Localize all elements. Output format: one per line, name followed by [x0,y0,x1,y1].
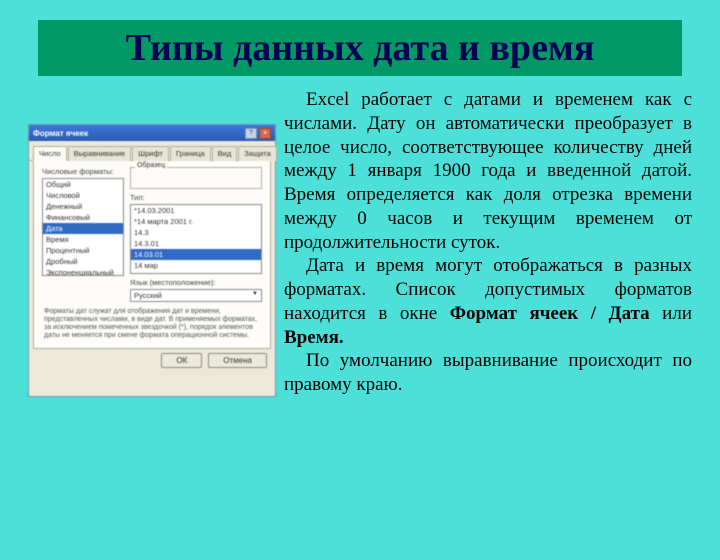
dialog-tabs: Число Выравнивание Шрифт Граница Вид Защ… [29,141,275,161]
dialog-button-row: ОК Отмена [29,349,275,376]
tab-number[interactable]: Число [33,146,67,161]
list-item[interactable]: Время [43,234,123,245]
chevron-down-icon: ▼ [252,291,258,300]
type-label: Тип: [130,193,262,202]
paragraph-1: Excel работает с датами и временем как с… [284,88,692,254]
close-icon[interactable]: × [259,128,271,139]
list-item[interactable]: Экспоненциальный [43,267,123,276]
format-cells-dialog: Формат ячеек ? × Число Выравнивание Шриф… [28,124,276,397]
window-buttons: ? × [245,128,271,139]
list-item[interactable]: 14.3.01 [131,238,261,249]
cancel-button[interactable]: Отмена [208,353,267,368]
tab-protection[interactable]: Защита [238,146,277,161]
list-item-selected[interactable]: 14.03.01 [131,249,261,260]
category-label: Числовые форматы: [42,167,124,176]
p2-text-c: или [650,303,692,324]
sample-label: Образец [135,162,167,169]
slide-title: Типы данных дата и время [48,26,672,70]
dialog-title: Формат ячеек [33,129,88,138]
list-item[interactable]: Денежный [43,201,123,212]
tab-font[interactable]: Шрифт [132,146,169,161]
list-item[interactable]: 14 мар [131,260,261,271]
tab-alignment[interactable]: Выравнивание [68,146,132,161]
list-item[interactable]: Финансовый [43,212,123,223]
list-item[interactable]: Числовой [43,190,123,201]
list-item-selected[interactable]: Дата [43,223,123,234]
tab-fill[interactable]: Вид [212,146,238,161]
body-text: Excel работает с датами и временем как с… [284,88,692,397]
p2-bold-2: Время. [284,327,344,348]
ok-button[interactable]: ОК [161,353,202,368]
list-item[interactable]: 14.3 [131,227,261,238]
paragraph-3: По умолчанию выравнивание про­исходит по… [284,349,692,397]
sample-box: Образец [130,167,262,189]
list-item[interactable]: Процентный [43,245,123,256]
language-combo[interactable]: Русский ▼ [130,289,262,302]
category-listbox[interactable]: Общий Числовой Денежный Финансовый Дата … [42,178,124,276]
list-item[interactable]: *14 марта 2001 г. [131,216,261,227]
type-listbox[interactable]: *14.03.2001 *14 марта 2001 г. 14.3 14.3.… [130,204,262,274]
help-icon[interactable]: ? [245,128,257,139]
dialog-titlebar: Формат ячеек ? × [29,125,275,141]
language-value: Русский [134,291,162,300]
list-item[interactable]: 14 мар 01 [131,271,261,274]
dialog-body: Числовые форматы: Общий Числовой Денежны… [33,161,271,349]
content-row: Формат ячеек ? × Число Выравнивание Шриф… [0,88,720,397]
p2-bold-1: Формат ячеек / Дата [450,303,650,324]
slide-title-bar: Типы данных дата и время [38,20,682,76]
list-item[interactable]: Дробный [43,256,123,267]
language-label: Язык (местоположение): [130,278,262,287]
list-item[interactable]: *14.03.2001 [131,205,261,216]
format-description: Форматы дат служат для отображения дат и… [44,308,260,340]
list-item[interactable]: Общий [43,179,123,190]
tab-border[interactable]: Граница [170,146,211,161]
paragraph-2: Дата и время могут отображаться в разных… [284,254,692,349]
